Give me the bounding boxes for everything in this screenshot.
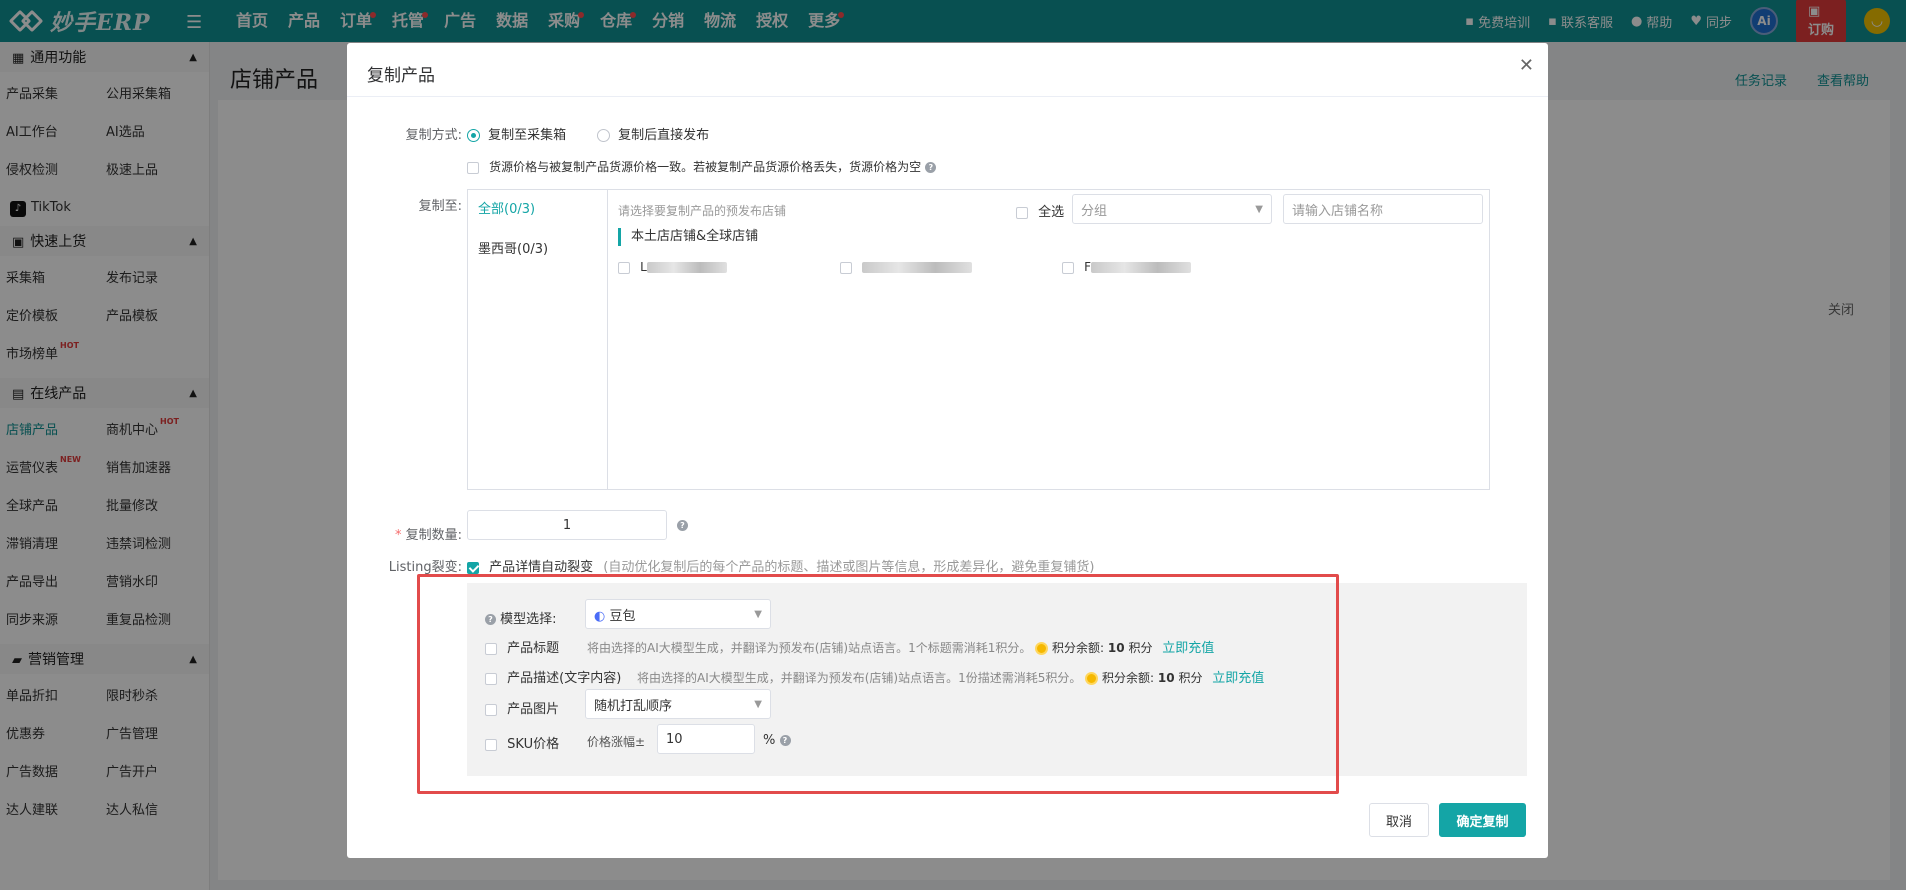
select-all-label: 全选 — [1038, 205, 1065, 220]
checkbox-icon — [1016, 206, 1028, 219]
copy-to-box-radio[interactable]: 复制至采集箱 — [467, 124, 566, 143]
confirm-copy-button[interactable]: 确定复制 — [1439, 803, 1526, 837]
dialog-header: 复制产品 — [347, 43, 1548, 97]
store-option-3[interactable]: F — [1062, 260, 1192, 275]
close-icon[interactable]: ✕ — [1519, 55, 1534, 76]
help-icon[interactable]: ? — [677, 518, 688, 533]
blurred-store-name — [1091, 262, 1192, 273]
chevron-down-icon: ▼ — [1255, 203, 1263, 215]
store-placeholder: 请选择要复制产品的预发布店铺 — [618, 204, 787, 218]
group-placeholder: 分组 — [1081, 203, 1108, 219]
copy-publish-radio[interactable]: 复制后直接发布 — [597, 124, 709, 143]
copy-to-label: 复制至: — [418, 199, 462, 214]
checkbox-icon — [840, 261, 852, 274]
tab-all[interactable]: 全部(0/3) — [468, 190, 607, 230]
blurred-store-name — [646, 262, 727, 273]
radio-unchecked-icon — [597, 129, 610, 142]
blurred-store-name — [862, 262, 973, 273]
dialog-title: 复制产品 — [367, 66, 435, 86]
listing-auto-checkbox[interactable]: 产品详情自动裂变 (自动优化复制后的每个产品的标题、描述或图片等信息，形成差异化… — [467, 556, 1094, 575]
source-price-checkbox[interactable]: 货源价格与被复制产品货源价格一致。若被复制产品货源价格丢失，货源价格为空 ? — [467, 158, 937, 175]
copy-method-label: 复制方式: — [405, 128, 462, 143]
store-option-2[interactable] — [840, 260, 973, 275]
listing-auto-label: 产品详情自动裂变 — [489, 560, 594, 575]
store-name-placeholder: 请输入店铺名称 — [1292, 203, 1384, 219]
checkbox-checked-icon — [467, 561, 479, 574]
store-name-prefix: F — [1084, 260, 1092, 274]
copy-count-input[interactable]: 1 — [467, 510, 667, 540]
listing-note: (自动优化复制后的每个产品的标题、描述或图片等信息，形成差异化，避免重复铺货) — [603, 560, 1095, 575]
radio-checked-icon — [467, 129, 480, 142]
store-option-1[interactable]: L — [618, 260, 727, 275]
group-select[interactable]: 分组 ▼ — [1072, 194, 1272, 224]
checkbox-icon — [1062, 261, 1074, 274]
copy-publish-label: 复制后直接发布 — [618, 128, 710, 143]
source-price-note: 货源价格与被复制产品货源价格一致。若被复制产品货源价格丢失，货源价格为空 — [489, 160, 922, 174]
checkbox-icon — [467, 161, 479, 174]
highlight-annotation-box — [417, 574, 1339, 794]
store-name-prefix: L — [640, 260, 647, 274]
cancel-button[interactable]: 取消 — [1369, 803, 1429, 837]
tab-mexico[interactable]: 墨西哥(0/3) — [468, 230, 607, 270]
listing-label: Listing裂变: — [388, 560, 462, 575]
store-group-title: 本土店店铺&全球店铺 — [618, 228, 758, 246]
copy-to-box-label: 复制至采集箱 — [488, 128, 567, 143]
select-all-checkbox[interactable]: 全选 — [1016, 201, 1064, 220]
help-icon[interactable]: ? — [925, 162, 937, 173]
store-selector: 全部(0/3) 墨西哥(0/3) 请选择要复制产品的预发布店铺 全选 分组 ▼ 请… — [467, 189, 1490, 490]
checkbox-icon — [618, 261, 630, 274]
store-name-input[interactable]: 请输入店铺名称 — [1283, 194, 1483, 224]
copy-product-dialog: 复制产品 ✕ 复制方式: 复制至采集箱 复制后直接发布 货源价格与被复制产品货源… — [347, 43, 1548, 858]
copy-count-label: * 复制数量: — [394, 528, 462, 543]
copy-count-label-text: 复制数量: — [405, 528, 462, 543]
region-tabs: 全部(0/3) 墨西哥(0/3) — [468, 190, 608, 489]
